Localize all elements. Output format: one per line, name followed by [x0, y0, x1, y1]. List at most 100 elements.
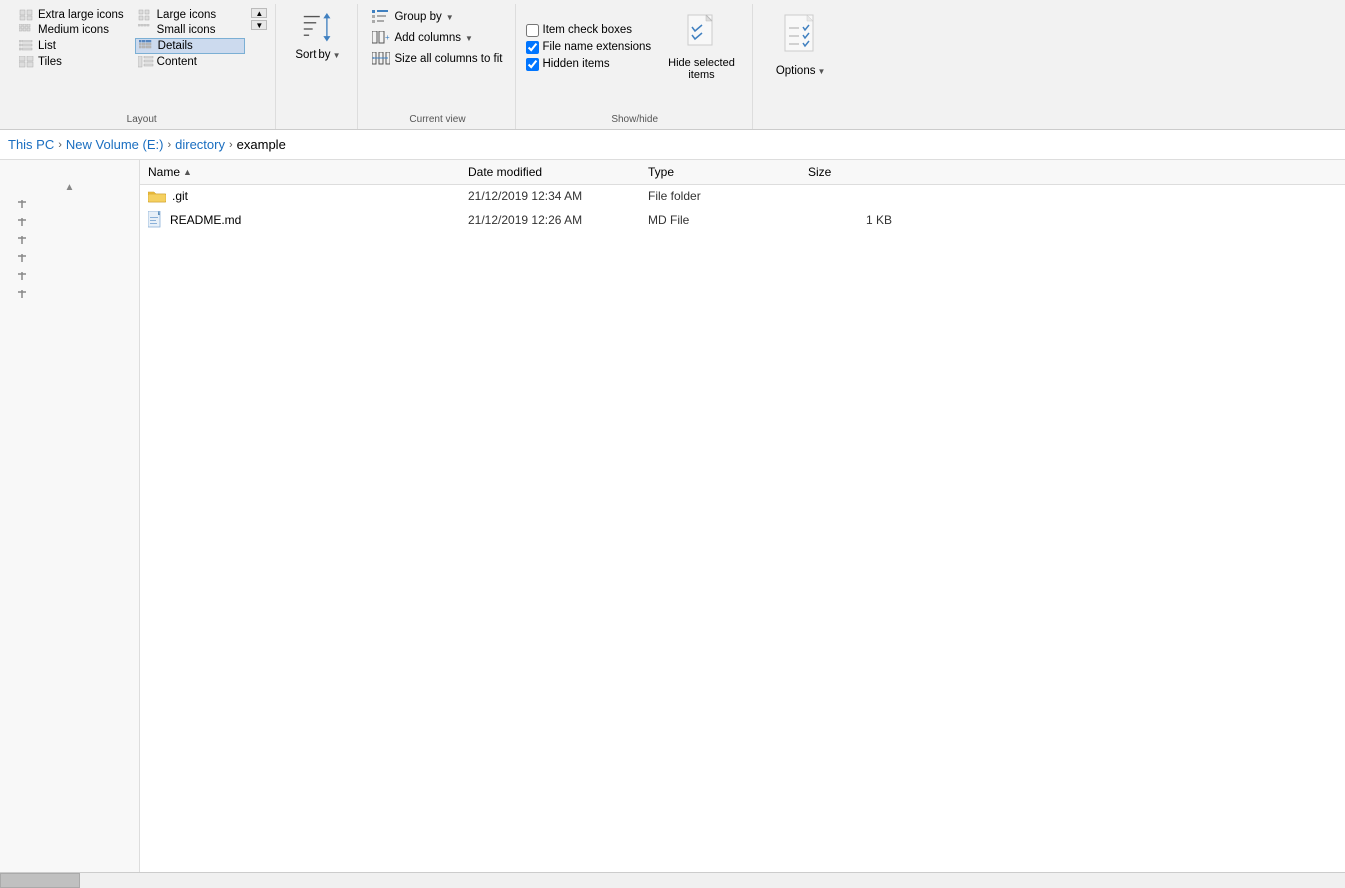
file-row-git[interactable]: .git 21/12/2019 12:34 AM File folder [140, 185, 1345, 207]
group-by-button[interactable]: Group by ▼ [368, 8, 506, 26]
content-icon [138, 56, 154, 68]
showhide-inner: Item check boxes File name extensions Hi… [526, 8, 744, 86]
sort-group: Sort by ▼ s [278, 4, 358, 129]
pin-icon-5 [16, 270, 28, 282]
layout-small-icons[interactable]: Small icons [135, 23, 246, 37]
layout-content[interactable]: Content [135, 55, 246, 69]
layout-list[interactable]: List [16, 38, 127, 54]
file-row-readme[interactable]: README.md 21/12/2019 12:26 AM MD File 1 … [140, 207, 1345, 233]
layout-details[interactable]: Details [135, 38, 246, 54]
col-date-label: Date modified [468, 165, 542, 179]
layout-grid: Extra large icons Large icons Medium ico… [16, 8, 245, 69]
small-icons-label: Small icons [157, 24, 216, 36]
sort-label-wrapper: Sort by ▼ [295, 49, 340, 61]
options-group: Options ▼ o [755, 4, 847, 129]
nav-pin-2[interactable] [0, 213, 139, 231]
nav-pin-5[interactable] [0, 267, 139, 285]
nav-pin-4[interactable] [0, 249, 139, 267]
col-header-date[interactable]: Date modified [460, 162, 640, 182]
details-icon [139, 40, 155, 52]
extra-large-icons-icon [19, 9, 35, 21]
breadcrumb-directory[interactable]: directory [175, 137, 225, 152]
col-name-label: Name [148, 165, 180, 179]
hide-selected-icon [684, 13, 720, 53]
nav-pin-6[interactable] [0, 285, 139, 303]
current-view-group: Group by ▼ + Add columns ▼ [360, 4, 515, 129]
file-name-git: .git [140, 187, 460, 205]
file-size-readme: 1 KB [800, 211, 900, 229]
add-columns-icon: + [372, 31, 390, 45]
file-date-readme: 21/12/2019 12:26 AM [460, 211, 640, 229]
nav-scroll-up[interactable]: ▲ [0, 180, 139, 195]
nav-pin-1[interactable] [0, 195, 139, 213]
add-columns-arrow: ▼ [465, 34, 473, 43]
layout-scroll: ▲ ▼ [251, 8, 267, 30]
pin-icon-1 [16, 198, 28, 210]
options-button[interactable]: Options ▼ [763, 8, 839, 82]
group-by-label: Group by [394, 11, 441, 23]
hidden-items-toggle[interactable]: Hidden items [526, 58, 652, 71]
file-name-readme-label: README.md [170, 213, 241, 227]
scroll-track[interactable] [0, 873, 1345, 888]
layout-medium-icons[interactable]: Medium icons [16, 23, 127, 37]
pin-icon-4 [16, 252, 28, 264]
options-label: Options [776, 65, 816, 77]
medium-icons-icon [19, 24, 35, 36]
left-nav: ▲ [0, 160, 140, 872]
file-list-header: Name ▲ Date modified Type Size [140, 160, 1345, 185]
layout-scroll-down[interactable]: ▼ [251, 20, 267, 30]
hidden-items-label: Hidden items [543, 58, 610, 70]
sort-button[interactable]: Sort by ▼ [286, 8, 349, 66]
tiles-label: Tiles [38, 56, 62, 68]
size-all-columns-label: Size all columns to fit [394, 53, 502, 65]
breadcrumb-sep-2: › [167, 139, 171, 151]
group-by-arrow: ▼ [446, 13, 454, 22]
size-all-columns-button[interactable]: Size all columns to fit [368, 50, 506, 68]
col-header-size[interactable]: Size [800, 162, 900, 182]
breadcrumb: This PC › New Volume (E:) › directory › … [0, 130, 1345, 160]
layout-large-icons[interactable]: Large icons [135, 8, 246, 22]
file-name-extensions-input[interactable] [526, 41, 539, 54]
list-icon [19, 40, 35, 52]
group-by-icon [372, 10, 390, 24]
scroll-thumb[interactable] [0, 873, 80, 888]
current-view-label: Current view [409, 110, 465, 125]
large-icons-icon [138, 9, 154, 21]
showhide-group: Item check boxes File name extensions Hi… [518, 4, 753, 129]
breadcrumb-sep-3: › [229, 139, 233, 151]
layout-group: Extra large icons Large icons Medium ico… [8, 4, 276, 129]
bottom-scrollbar[interactable] [0, 872, 1345, 888]
list-label: List [38, 40, 56, 52]
extra-large-icons-label: Extra large icons [38, 9, 124, 21]
sort-group-content: Sort by ▼ [286, 8, 349, 110]
hide-selected-button[interactable]: Hide selecteditems [659, 8, 744, 86]
breadcrumb-this-pc[interactable]: This PC [8, 137, 54, 152]
item-checkboxes-toggle[interactable]: Item check boxes [526, 24, 652, 37]
breadcrumb-new-volume[interactable]: New Volume (E:) [66, 137, 164, 152]
layout-extra-large-icons[interactable]: Extra large icons [16, 8, 127, 22]
col-header-type[interactable]: Type [640, 162, 800, 182]
medium-icons-label: Medium icons [38, 24, 109, 36]
tiles-icon [19, 56, 35, 68]
hidden-items-input[interactable] [526, 58, 539, 71]
add-columns-button[interactable]: + Add columns ▼ [368, 29, 506, 47]
layout-tiles[interactable]: Tiles [16, 55, 127, 69]
md-file-icon-readme [148, 211, 164, 229]
col-header-name[interactable]: Name ▲ [140, 162, 460, 182]
nav-pin-3[interactable] [0, 231, 139, 249]
sort-label: Sort [295, 49, 316, 61]
layout-group-label: Layout [127, 110, 157, 125]
layout-scroll-up[interactable]: ▲ [251, 8, 267, 18]
content-label: Content [157, 56, 197, 68]
showhide-label: Show/hide [611, 110, 658, 125]
file-name-extensions-toggle[interactable]: File name extensions [526, 41, 652, 54]
file-type-git: File folder [640, 187, 800, 205]
small-icons-icon [138, 24, 154, 36]
cv-items: Group by ▼ + Add columns ▼ [368, 8, 506, 68]
details-label: Details [158, 40, 193, 52]
sort-svg [302, 9, 334, 49]
current-view-content: Group by ▼ + Add columns ▼ [368, 8, 506, 110]
add-columns-label: Add columns [394, 32, 460, 44]
showhide-content: Item check boxes File name extensions Hi… [526, 8, 744, 110]
item-checkboxes-input[interactable] [526, 24, 539, 37]
